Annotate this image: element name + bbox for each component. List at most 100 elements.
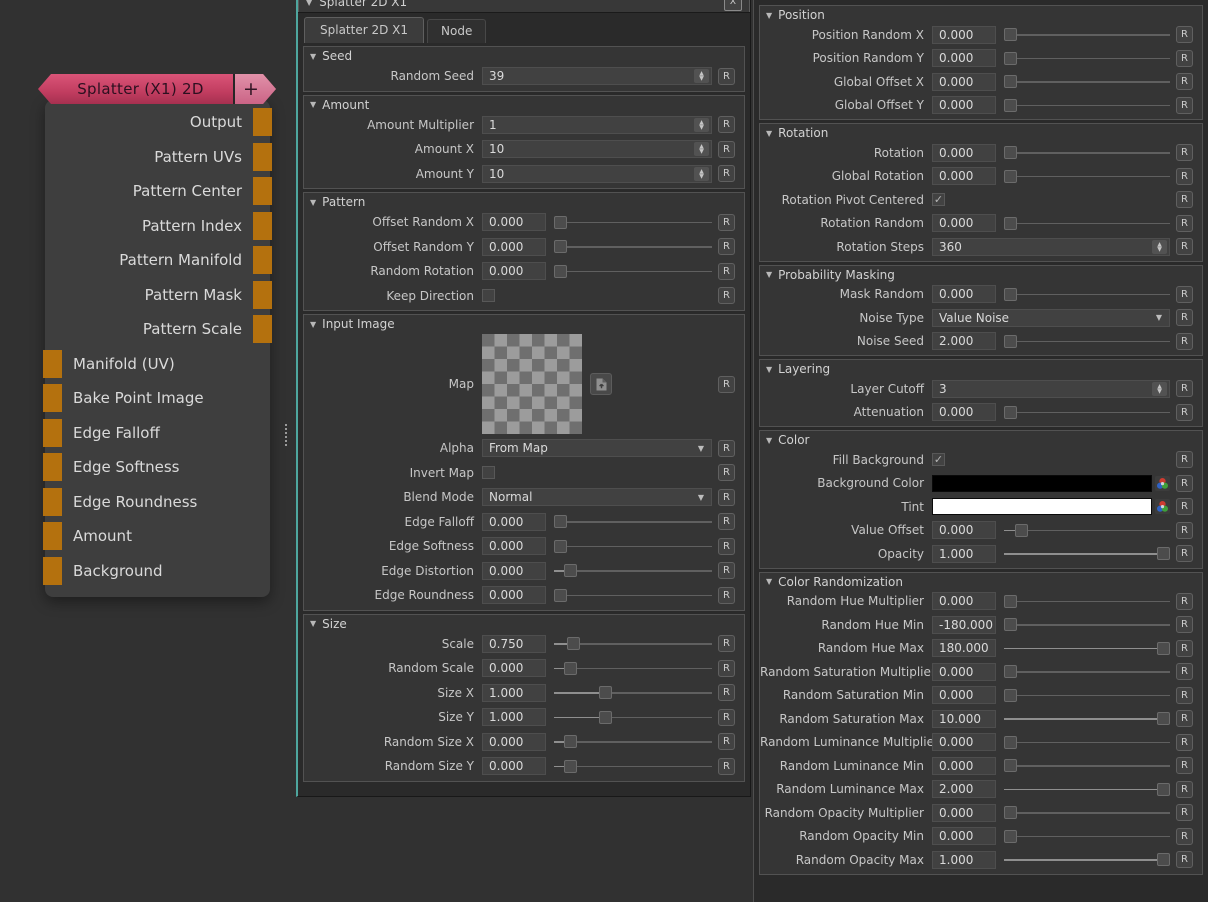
output-port-socket[interactable] bbox=[253, 143, 272, 171]
reset-button[interactable]: R bbox=[1176, 663, 1193, 680]
slider-thumb[interactable] bbox=[1004, 99, 1017, 112]
spinner-down-icon[interactable]: ▼ bbox=[699, 174, 704, 179]
color-swatch[interactable] bbox=[932, 475, 1152, 492]
input-port-socket[interactable] bbox=[43, 453, 62, 481]
value-field[interactable]: 0.000 bbox=[482, 659, 546, 677]
panel-header-bar[interactable]: ▼ Splatter 2D X1 X bbox=[298, 0, 750, 13]
slider[interactable] bbox=[1004, 642, 1170, 655]
input-port-socket[interactable] bbox=[43, 522, 62, 550]
output-port-socket[interactable] bbox=[253, 281, 272, 309]
checkbox[interactable] bbox=[482, 466, 495, 479]
value-field[interactable]: 0.000 bbox=[482, 513, 546, 531]
slider-thumb[interactable] bbox=[1004, 335, 1017, 348]
color-swatch[interactable] bbox=[932, 498, 1152, 515]
value-field[interactable]: 0.000 bbox=[932, 96, 996, 114]
slider-thumb[interactable] bbox=[1157, 853, 1170, 866]
value-field[interactable]: 1▲▼ bbox=[482, 116, 712, 134]
value-field[interactable]: 0.000 bbox=[932, 73, 996, 91]
reset-button[interactable]: R bbox=[1176, 168, 1193, 185]
panel-header[interactable]: ▼ Splatter 2D X1 X bbox=[298, 0, 750, 13]
dropdown[interactable]: From Map▼ bbox=[482, 439, 712, 457]
slider-thumb[interactable] bbox=[564, 564, 577, 577]
spinner-down-icon[interactable]: ▼ bbox=[699, 149, 704, 154]
value-field[interactable]: 39▲▼ bbox=[482, 67, 712, 85]
reset-button[interactable]: R bbox=[1176, 286, 1193, 303]
slider-thumb[interactable] bbox=[1004, 75, 1017, 88]
value-field[interactable]: 0.000 bbox=[482, 238, 546, 256]
reset-button[interactable]: R bbox=[718, 464, 735, 481]
slider[interactable] bbox=[554, 637, 712, 650]
value-field[interactable]: 1.000 bbox=[932, 545, 996, 563]
slider[interactable] bbox=[554, 686, 712, 699]
slider-thumb[interactable] bbox=[1157, 547, 1170, 560]
slider-thumb[interactable] bbox=[554, 515, 567, 528]
reset-button[interactable]: R bbox=[718, 214, 735, 231]
map-thumbnail[interactable] bbox=[482, 334, 582, 434]
spin-buttons[interactable]: ▲▼ bbox=[1152, 382, 1167, 396]
reset-button[interactable]: R bbox=[1176, 26, 1193, 43]
section-header[interactable]: ▼Seed bbox=[304, 47, 744, 64]
color-picker-button[interactable] bbox=[1155, 499, 1170, 514]
slider[interactable] bbox=[1004, 28, 1170, 41]
value-field[interactable]: 3▲▼ bbox=[932, 380, 1170, 398]
input-port-socket[interactable] bbox=[43, 488, 62, 516]
slider-thumb[interactable] bbox=[1157, 783, 1170, 796]
section-header[interactable]: ▼Amount bbox=[304, 96, 744, 113]
slider[interactable] bbox=[554, 760, 712, 773]
slider[interactable] bbox=[1004, 288, 1170, 301]
slider-thumb[interactable] bbox=[564, 760, 577, 773]
section-header[interactable]: ▼Position bbox=[760, 6, 1202, 23]
value-field[interactable]: 1.000 bbox=[482, 684, 546, 702]
slider-thumb[interactable] bbox=[599, 711, 612, 724]
reset-button[interactable]: R bbox=[1176, 475, 1193, 492]
reset-button[interactable]: R bbox=[718, 709, 735, 726]
load-image-button[interactable] bbox=[590, 373, 612, 395]
reset-button[interactable]: R bbox=[718, 68, 735, 85]
value-field[interactable]: 0.000 bbox=[932, 285, 996, 303]
slider[interactable] bbox=[1004, 689, 1170, 702]
slider[interactable] bbox=[1004, 52, 1170, 65]
section-header[interactable]: ▼Pattern bbox=[304, 193, 744, 210]
slider[interactable] bbox=[1004, 217, 1170, 230]
reset-button[interactable]: R bbox=[1176, 804, 1193, 821]
slider-thumb[interactable] bbox=[599, 686, 612, 699]
slider[interactable] bbox=[1004, 99, 1170, 112]
slider[interactable] bbox=[1004, 335, 1170, 348]
reset-button[interactable]: R bbox=[718, 489, 735, 506]
input-port-socket[interactable] bbox=[43, 419, 62, 447]
slider-thumb[interactable] bbox=[564, 662, 577, 675]
value-field[interactable]: 0.000 bbox=[932, 49, 996, 67]
reset-button[interactable]: R bbox=[1176, 191, 1193, 208]
value-field[interactable]: -180.000 bbox=[932, 616, 996, 634]
slider[interactable] bbox=[1004, 170, 1170, 183]
reset-button[interactable]: R bbox=[1176, 309, 1193, 326]
slider[interactable] bbox=[554, 540, 712, 553]
value-field[interactable]: 0.000 bbox=[482, 757, 546, 775]
reset-button[interactable]: R bbox=[1176, 687, 1193, 704]
splitter-handle[interactable] bbox=[285, 424, 287, 446]
reset-button[interactable]: R bbox=[718, 440, 735, 457]
section-header[interactable]: ▼Color bbox=[760, 431, 1202, 448]
spin-buttons[interactable]: ▲▼ bbox=[694, 167, 709, 181]
reset-button[interactable]: R bbox=[1176, 781, 1193, 798]
value-field[interactable]: 10.000 bbox=[932, 710, 996, 728]
value-field[interactable]: 180.000 bbox=[932, 639, 996, 657]
input-port-socket[interactable] bbox=[43, 384, 62, 412]
spin-buttons[interactable]: ▲▼ bbox=[694, 142, 709, 156]
checkbox[interactable]: ✓ bbox=[932, 193, 945, 206]
reset-button[interactable]: R bbox=[718, 263, 735, 280]
reset-button[interactable]: R bbox=[718, 562, 735, 579]
tab-node[interactable]: Node bbox=[427, 19, 486, 43]
reset-button[interactable]: R bbox=[1176, 215, 1193, 232]
splatter-node[interactable]: Splatter (X1) 2D + OutputPattern UVsPatt… bbox=[38, 74, 276, 597]
slider[interactable] bbox=[1004, 830, 1170, 843]
slider[interactable] bbox=[1004, 618, 1170, 631]
slider[interactable] bbox=[554, 515, 712, 528]
reset-button[interactable]: R bbox=[718, 287, 735, 304]
output-port-socket[interactable] bbox=[253, 315, 272, 343]
slider[interactable] bbox=[554, 589, 712, 602]
value-field[interactable]: 0.000 bbox=[482, 262, 546, 280]
slider[interactable] bbox=[554, 735, 712, 748]
reset-button[interactable]: R bbox=[1176, 640, 1193, 657]
reset-button[interactable]: R bbox=[718, 733, 735, 750]
